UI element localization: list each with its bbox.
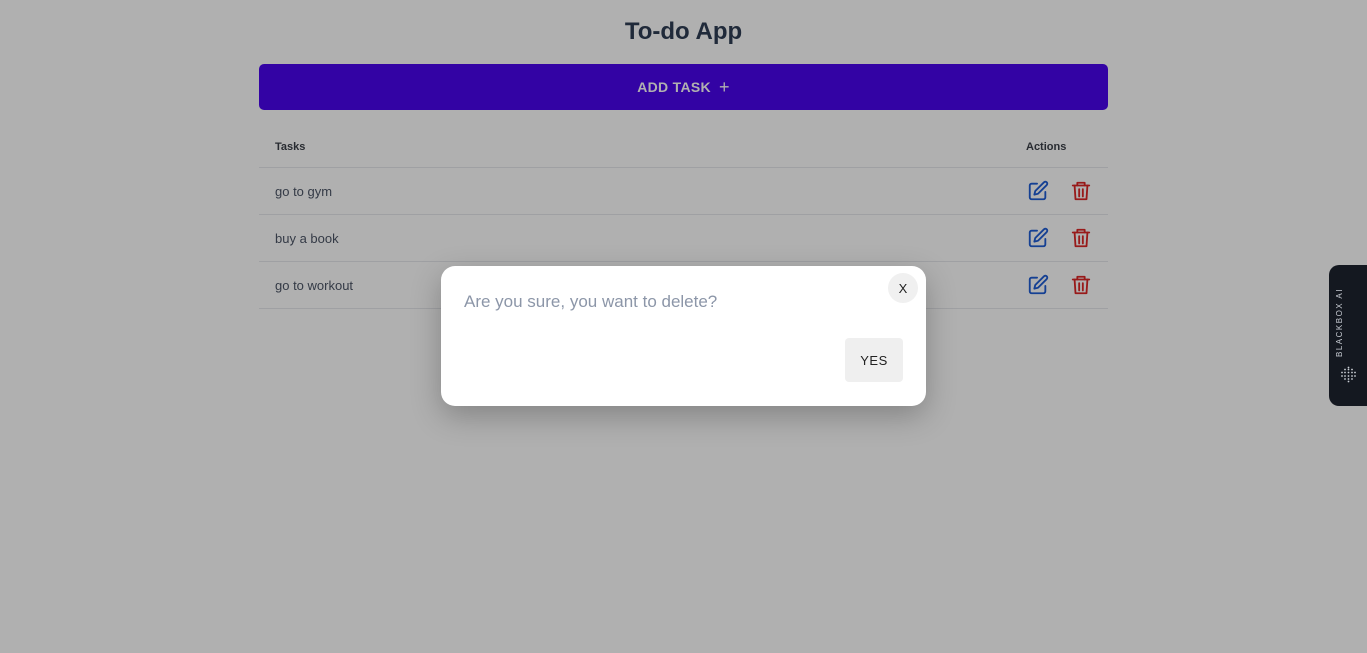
delete-confirm-dialog: Are you sure, you want to delete? X YES bbox=[441, 266, 926, 406]
close-button[interactable]: X bbox=[888, 273, 918, 303]
blackbox-ai-side-tab[interactable]: BLACKBOX AI bbox=[1329, 265, 1367, 406]
blackbox-logo-icon bbox=[1340, 366, 1357, 383]
dialog-message: Are you sure, you want to delete? bbox=[464, 292, 718, 311]
confirm-yes-button[interactable]: YES bbox=[845, 338, 903, 382]
side-tab-label: BLACKBOX AI bbox=[1335, 288, 1344, 358]
